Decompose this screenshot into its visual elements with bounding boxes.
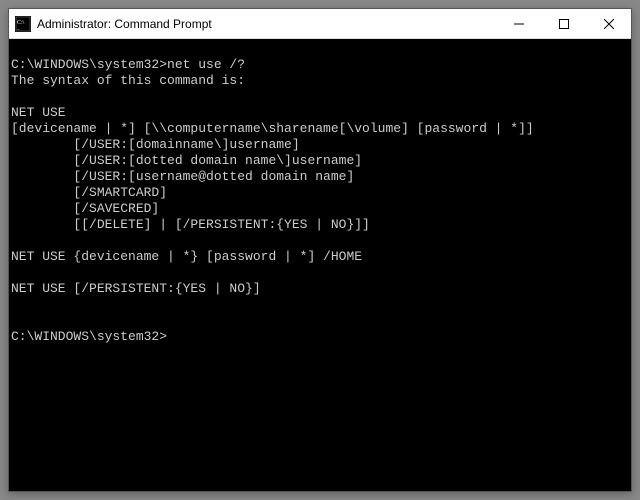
terminal-area[interactable]: C:\WINDOWS\system32>net use /?The syntax… xyxy=(9,39,631,491)
command-prompt-window: C:\ _ Administrator: Command Prompt C:\W… xyxy=(8,8,632,492)
window-title: Administrator: Command Prompt xyxy=(37,17,496,31)
terminal-line xyxy=(11,89,631,105)
terminal-line: NET USE [/PERSISTENT:{YES | NO}] xyxy=(11,281,631,297)
terminal-line: NET USE {devicename | *} [password | *] … xyxy=(11,249,631,265)
terminal-line xyxy=(11,233,631,249)
titlebar[interactable]: C:\ _ Administrator: Command Prompt xyxy=(9,9,631,39)
terminal-line: The syntax of this command is: xyxy=(11,73,631,89)
minimize-button[interactable] xyxy=(496,9,541,38)
terminal-line: [/SAVECRED] xyxy=(11,201,631,217)
terminal-line: [[/DELETE] | [/PERSISTENT:{YES | NO}]] xyxy=(11,217,631,233)
terminal-line: [/SMARTCARD] xyxy=(11,185,631,201)
terminal-line xyxy=(11,297,631,313)
terminal-line: C:\WINDOWS\system32> xyxy=(11,329,631,345)
terminal-line xyxy=(11,313,631,329)
terminal-line xyxy=(11,41,631,57)
svg-text:_: _ xyxy=(16,26,20,31)
terminal-line: [/USER:[dotted domain name\]username] xyxy=(11,153,631,169)
terminal-line xyxy=(11,265,631,281)
close-button[interactable] xyxy=(586,9,631,38)
terminal-line: [/USER:[username@dotted domain name] xyxy=(11,169,631,185)
terminal-line: [devicename | *] [\\computername\sharena… xyxy=(11,121,631,137)
terminal-line: [/USER:[domainname\]username] xyxy=(11,137,631,153)
terminal-line: NET USE xyxy=(11,105,631,121)
terminal-line: C:\WINDOWS\system32>net use /? xyxy=(11,57,631,73)
window-controls xyxy=(496,9,631,38)
cmd-icon: C:\ _ xyxy=(15,16,31,32)
maximize-button[interactable] xyxy=(541,9,586,38)
